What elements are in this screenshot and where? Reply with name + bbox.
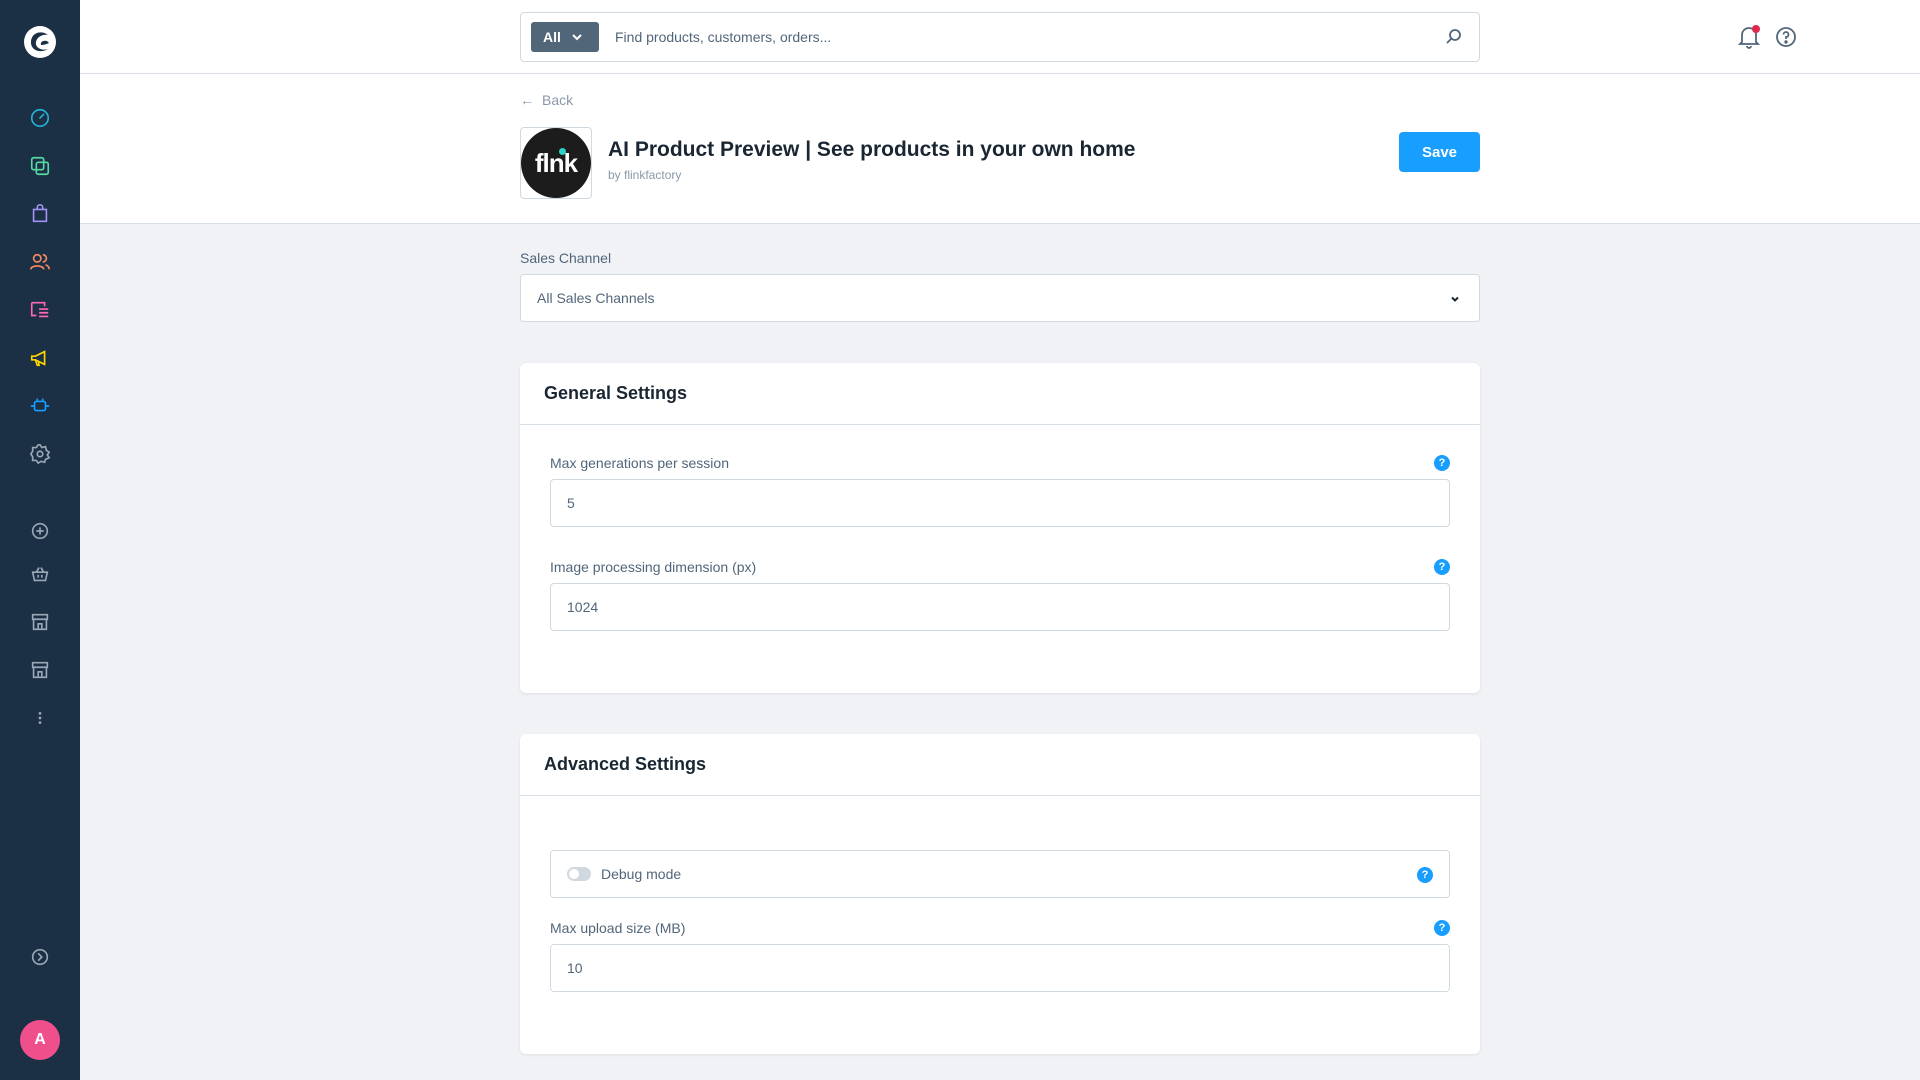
- card-title: General Settings: [520, 363, 1480, 425]
- top-bar: All: [80, 0, 1920, 74]
- sidebar-item-dashboard[interactable]: [24, 102, 56, 134]
- sidebar-item-content[interactable]: [24, 294, 56, 326]
- sidebar-item-extensions[interactable]: [24, 390, 56, 422]
- sales-channel-select[interactable]: All Sales Channels: [520, 274, 1480, 322]
- search-type-label: All: [543, 29, 561, 45]
- max-upload-size-input[interactable]: [550, 944, 1450, 992]
- card-title: Advanced Settings: [520, 734, 1480, 796]
- user-avatar[interactable]: A: [20, 1020, 60, 1060]
- sidebar-item-marketing[interactable]: [24, 342, 56, 374]
- sidebar-item-catalogues[interactable]: [24, 150, 56, 182]
- save-button[interactable]: Save: [1399, 132, 1480, 172]
- chevron-down-icon: [572, 34, 582, 41]
- notification-indicator: [1752, 25, 1760, 33]
- search-icon[interactable]: [1445, 28, 1463, 46]
- page-title: AI Product Preview | See products in you…: [608, 138, 1136, 161]
- arrow-left-icon: ←: [520, 92, 534, 108]
- sidebar-item-orders[interactable]: [24, 198, 56, 230]
- sidebar-item-more[interactable]: [24, 702, 56, 734]
- sidebar-item-customers[interactable]: [24, 246, 56, 278]
- app-logo-text: flnk: [534, 147, 578, 178]
- sidebar-collapse-toggle[interactable]: [24, 941, 56, 973]
- sidebar-item-storefront[interactable]: [24, 606, 56, 638]
- sidebar-item-add-sales-channel[interactable]: [24, 515, 56, 547]
- app-logo: flnk: [520, 127, 592, 199]
- extensions-icon: [30, 398, 50, 412]
- app-author: by flinkfactory: [608, 168, 682, 182]
- max-upload-size-label: Max upload size (MB): [550, 920, 686, 936]
- sidebar-item-headless[interactable]: [24, 558, 56, 590]
- dashboard-icon: [30, 108, 50, 128]
- image-dimension-input[interactable]: [550, 583, 1450, 631]
- help-tooltip-icon[interactable]: ?: [1434, 559, 1450, 575]
- debug-mode-row: Debug mode ?: [550, 850, 1450, 898]
- sales-channel-value: All Sales Channels: [537, 290, 655, 306]
- collapse-sidebar-icon: [31, 948, 49, 966]
- customers-icon: [30, 253, 50, 270]
- help-tooltip-icon[interactable]: ?: [1417, 867, 1433, 883]
- shopware-logo-icon[interactable]: [20, 22, 60, 62]
- settings-icon: [29, 444, 51, 465]
- headless-channel-icon: [31, 567, 49, 582]
- storefront-icon: [31, 613, 49, 631]
- back-link[interactable]: ← Back: [520, 92, 573, 108]
- catalogues-icon: [30, 156, 50, 176]
- orders-icon: [32, 204, 48, 223]
- general-settings-card: General Settings Max generations per ses…: [520, 363, 1480, 693]
- advanced-settings-card: Advanced Settings Debug mode ? Max uploa…: [520, 734, 1480, 1054]
- add-sales-channel-icon: [31, 522, 49, 540]
- image-dimension-label: Image processing dimension (px): [550, 559, 757, 575]
- search-type-dropdown[interactable]: All: [531, 22, 599, 52]
- help-tooltip-icon[interactable]: ?: [1434, 455, 1450, 471]
- debug-mode-label: Debug mode: [601, 866, 682, 882]
- max-generations-label: Max generations per session: [550, 455, 729, 471]
- admin-sidebar: A: [0, 0, 80, 1080]
- search-input[interactable]: [615, 25, 1415, 49]
- max-generations-input[interactable]: [550, 479, 1450, 527]
- flink-logo: flnk: [521, 128, 591, 198]
- help-icon[interactable]: [1774, 25, 1798, 49]
- sales-channel-label: Sales Channel: [520, 250, 612, 266]
- more-icon: [38, 712, 42, 724]
- global-search: All: [520, 12, 1480, 62]
- content-icon: [30, 301, 49, 318]
- page-header: ← Back flnk AI Product Preview | See pro…: [80, 74, 1920, 224]
- help-tooltip-icon[interactable]: ?: [1434, 920, 1450, 936]
- sidebar-item-settings[interactable]: [24, 438, 56, 470]
- chevron-down-icon: [1451, 296, 1459, 302]
- storefront-2-icon: [31, 661, 49, 679]
- sidebar-item-storefront-2[interactable]: [24, 654, 56, 686]
- back-label: Back: [542, 92, 574, 108]
- marketing-icon: [30, 350, 46, 367]
- debug-mode-toggle[interactable]: [567, 867, 591, 881]
- app-logo-dot: [559, 148, 566, 155]
